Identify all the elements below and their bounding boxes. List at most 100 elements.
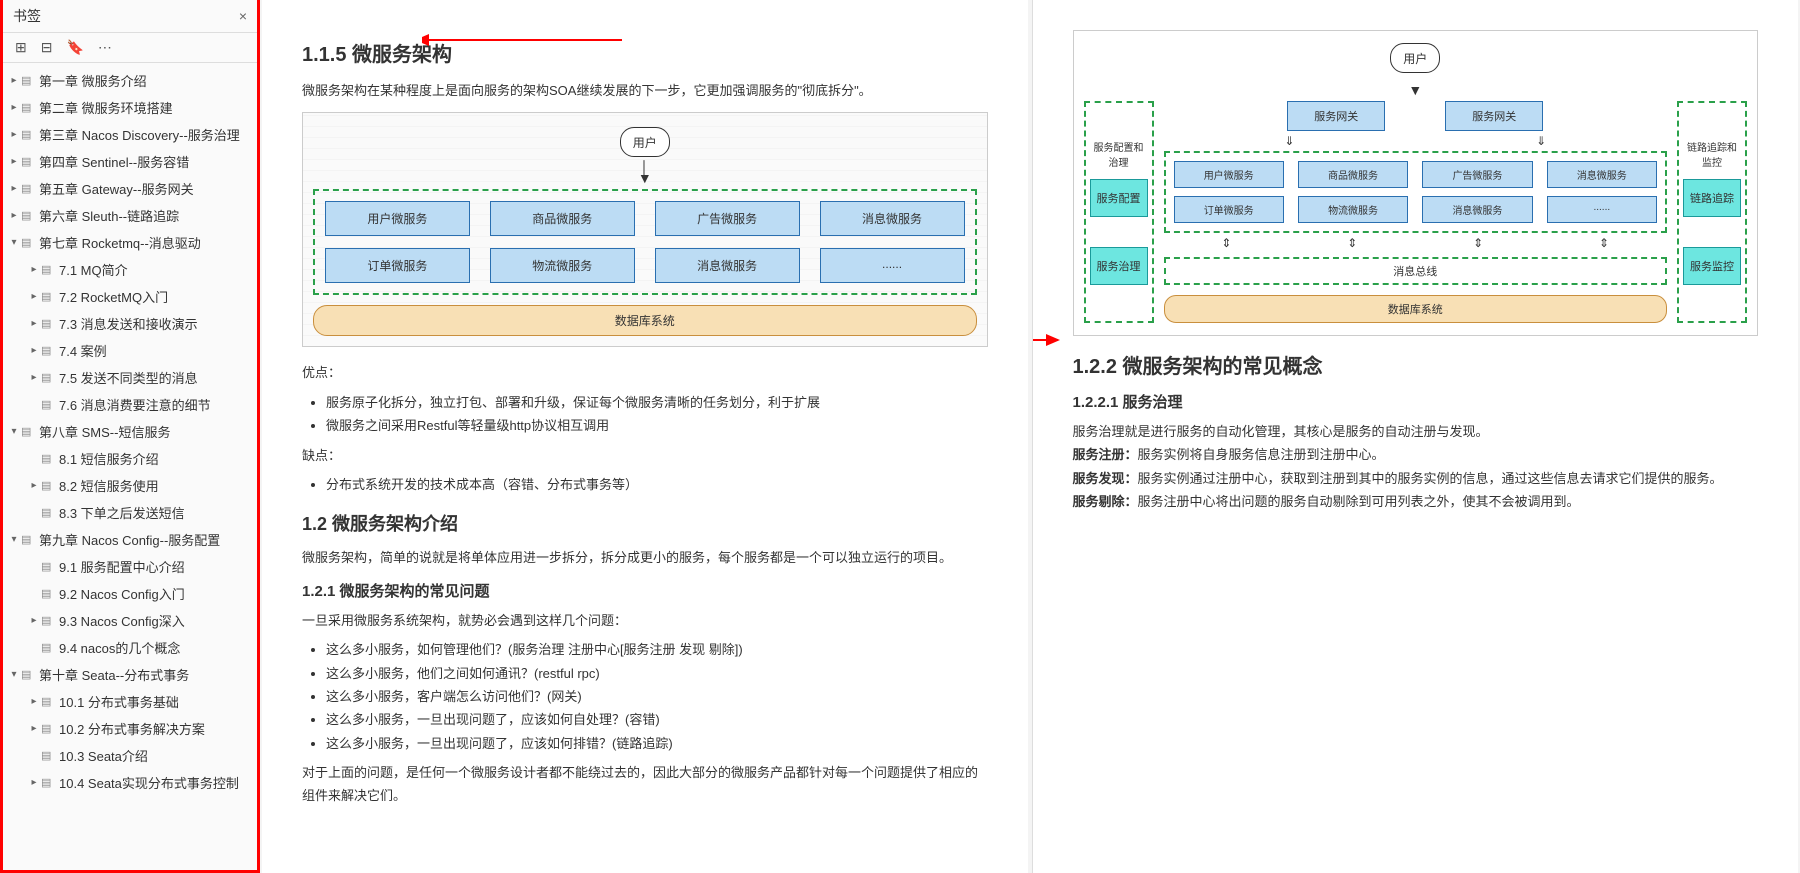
- bookmark-item[interactable]: ▾▤第八章 SMS--短信服务: [3, 418, 257, 445]
- paragraph: 服务剔除：服务注册中心将出问题的服务自动剔除到可用列表之外，使其不会被调用到。: [1073, 490, 1759, 513]
- bookmark-label: 第四章 Sentinel--服务容错: [39, 152, 189, 171]
- bookmark-item[interactable]: ▸▤7.5 发送不同类型的消息: [3, 364, 257, 391]
- page-icon: ▤: [41, 452, 55, 465]
- sidebar-title: 书签: [13, 6, 41, 26]
- bookmark-label: 7.2 RocketMQ入门: [59, 287, 168, 306]
- cons-label: 缺点：: [302, 444, 988, 467]
- bookmark-item[interactable]: ▸▤第六章 Sleuth--链路追踪: [3, 202, 257, 229]
- service-box: 用户微服务: [1174, 161, 1284, 188]
- page-icon: ▤: [41, 749, 55, 762]
- monitoring-box: 服务监控: [1683, 247, 1741, 285]
- right-side-group: 链路追踪和监控 链路追踪 服务监控: [1677, 101, 1747, 323]
- bookmark-item[interactable]: ▸▤7.1 MQ简介: [3, 256, 257, 283]
- paragraph: 对于上面的问题，是任何一个微服务设计者都不能绕过去的，因此大部分的微服务产品都针…: [302, 761, 988, 808]
- bookmark-item[interactable]: ▸▤第五章 Gateway--服务网关: [3, 175, 257, 202]
- service-box: 消息微服务: [655, 248, 800, 283]
- sidebar-header: 书签 ×: [3, 0, 257, 33]
- bookmark-label: 10.1 分布式事务基础: [59, 692, 179, 711]
- section-heading: 1.2.2.1 服务治理: [1073, 391, 1759, 412]
- caret-icon: ▾: [7, 237, 21, 248]
- caret-icon: ▸: [27, 345, 41, 356]
- list-item: 这么多小服务，一旦出现问题了，应该如何自处理？(容错): [326, 708, 988, 731]
- service-box: ......: [820, 248, 965, 283]
- section-heading: 1.2.1 微服务架构的常见问题: [302, 580, 988, 601]
- bookmark-label: 7.1 MQ简介: [59, 260, 128, 279]
- arrow-down-icon: ▼: [1084, 85, 1748, 95]
- caret-icon: ▸: [27, 723, 41, 734]
- caret-icon: ▸: [27, 318, 41, 329]
- caret-icon: ▸: [27, 696, 41, 707]
- bookmark-item[interactable]: ▾▤第九章 Nacos Config--服务配置: [3, 526, 257, 553]
- service-box: 消息微服务: [820, 201, 965, 236]
- bookmark-item[interactable]: ▤9.4 nacos的几个概念: [3, 634, 257, 661]
- page-icon: ▤: [21, 209, 35, 222]
- caret-icon: ▾: [7, 426, 21, 437]
- paragraph: 服务注册：服务实例将自身服务信息注册到注册中心。: [1073, 443, 1759, 466]
- paragraph: 微服务架构，简单的说就是将单体应用进一步拆分，拆分成更小的服务，每个服务都是一个…: [302, 546, 988, 569]
- bookmark-item[interactable]: ▤8.3 下单之后发送短信: [3, 499, 257, 526]
- bookmark-item[interactable]: ▤10.3 Seata介绍: [3, 742, 257, 769]
- bookmark-item[interactable]: ▸▤第一章 微服务介绍: [3, 67, 257, 94]
- bookmark-item[interactable]: ▸▤7.3 消息发送和接收演示: [3, 310, 257, 337]
- document-viewer: 1.1.5 微服务架构 微服务架构在某种程度上是面向服务的架构SOA继续发展的下…: [260, 0, 1800, 873]
- bookmark-item[interactable]: ▸▤7.2 RocketMQ入门: [3, 283, 257, 310]
- options-icon[interactable]: ⋯: [98, 39, 112, 56]
- bookmark-item[interactable]: ▤8.1 短信服务介绍: [3, 445, 257, 472]
- bookmark-item[interactable]: ▤9.2 Nacos Config入门: [3, 580, 257, 607]
- page-icon: ▤: [21, 533, 35, 546]
- bookmark-item[interactable]: ▸▤10.1 分布式事务基础: [3, 688, 257, 715]
- bookmark-label: 7.4 案例: [59, 341, 107, 360]
- user-node: 用户: [620, 127, 670, 157]
- bookmark-item[interactable]: ▸▤10.2 分布式事务解决方案: [3, 715, 257, 742]
- bookmark-item[interactable]: ▾▤第七章 Rocketmq--消息驱动: [3, 229, 257, 256]
- caret-icon: ▸: [7, 156, 21, 167]
- caret-icon: ▸: [7, 102, 21, 113]
- collapse-icon[interactable]: ⊟: [41, 39, 53, 56]
- bookmark-item[interactable]: ▸▤9.3 Nacos Config深入: [3, 607, 257, 634]
- architecture-diagram-2: 用户 ▼ 服务配置和治理 服务配置 服务治理 服务网关服务网关 ⇓⇓ 用户微服务…: [1073, 30, 1759, 336]
- close-icon[interactable]: ×: [239, 8, 247, 24]
- bookmark-item[interactable]: ▸▤8.2 短信服务使用: [3, 472, 257, 499]
- bookmark-item[interactable]: ▤7.6 消息消费要注意的细节: [3, 391, 257, 418]
- bookmark-label: 7.3 消息发送和接收演示: [59, 314, 198, 333]
- bookmark-item[interactable]: ▸▤第三章 Nacos Discovery--服务治理: [3, 121, 257, 148]
- bookmark-label: 第九章 Nacos Config--服务配置: [39, 530, 220, 549]
- caret-icon: ▸: [7, 183, 21, 194]
- caret-icon: ▸: [7, 129, 21, 140]
- page-icon: ▤: [41, 290, 55, 303]
- intro-text: 微服务架构在某种程度上是面向服务的架构SOA继续发展的下一步，它更加强调服务的"…: [302, 79, 988, 102]
- list-item: 微服务之间采用Restful等轻量级http协议相互调用: [326, 414, 988, 437]
- caret-icon: ▸: [27, 480, 41, 491]
- list-item: 这么多小服务，客户端怎么访问他们？(网关): [326, 685, 988, 708]
- left-side-group: 服务配置和治理 服务配置 服务治理: [1084, 101, 1154, 323]
- message-bus: 消息总线: [1164, 257, 1668, 285]
- bookmark-item[interactable]: ▸▤10.4 Seata实现分布式事务控制: [3, 769, 257, 796]
- sidebar-toolbar: ⊞ ⊟ 🔖 ⋯: [3, 33, 257, 63]
- gateway-box: 服务网关: [1287, 101, 1385, 131]
- list-item: 这么多小服务，他们之间如何通讯？(restful rpc): [326, 662, 988, 685]
- bookmark-item[interactable]: ▸▤第二章 微服务环境搭建: [3, 94, 257, 121]
- service-config-box: 服务配置: [1090, 179, 1148, 217]
- bookmarks-tree[interactable]: ▸▤第一章 微服务介绍▸▤第二章 微服务环境搭建▸▤第三章 Nacos Disc…: [3, 63, 257, 870]
- bookmark-label: 7.6 消息消费要注意的细节: [59, 395, 211, 414]
- bookmark-label: 第二章 微服务环境搭建: [39, 98, 173, 117]
- page-icon: ▤: [41, 776, 55, 789]
- service-box: 订单微服务: [325, 248, 470, 283]
- bookmark-item[interactable]: ▸▤ 7.4 案例: [3, 337, 257, 364]
- caret-icon: ▸: [7, 75, 21, 86]
- page-icon: ▤: [41, 344, 55, 357]
- page-icon: ▤: [21, 668, 35, 681]
- caret-icon: ▸: [27, 264, 41, 275]
- bookmark-icon[interactable]: 🔖: [66, 39, 83, 56]
- architecture-diagram-1: 用户 │▼ 用户微服务商品微服务广告微服务消息微服务 订单微服务物流微服务消息微…: [302, 112, 988, 347]
- section-heading: 1.1.5 微服务架构: [302, 38, 988, 67]
- page-icon: ▤: [21, 236, 35, 249]
- user-node: 用户: [1390, 43, 1440, 73]
- service-box: 商品微服务: [490, 201, 635, 236]
- bookmark-label: 第六章 Sleuth--链路追踪: [39, 206, 179, 225]
- bookmark-item[interactable]: ▸▤第四章 Sentinel--服务容错: [3, 148, 257, 175]
- list-item: 这么多小服务，如何管理他们？(服务治理 注册中心[服务注册 发现 剔除]): [326, 638, 988, 661]
- bookmark-item[interactable]: ▾▤第十章 Seata--分布式事务: [3, 661, 257, 688]
- bookmark-item[interactable]: ▤9.1 服务配置中心介绍: [3, 553, 257, 580]
- expand-icon[interactable]: ⊞: [15, 39, 27, 56]
